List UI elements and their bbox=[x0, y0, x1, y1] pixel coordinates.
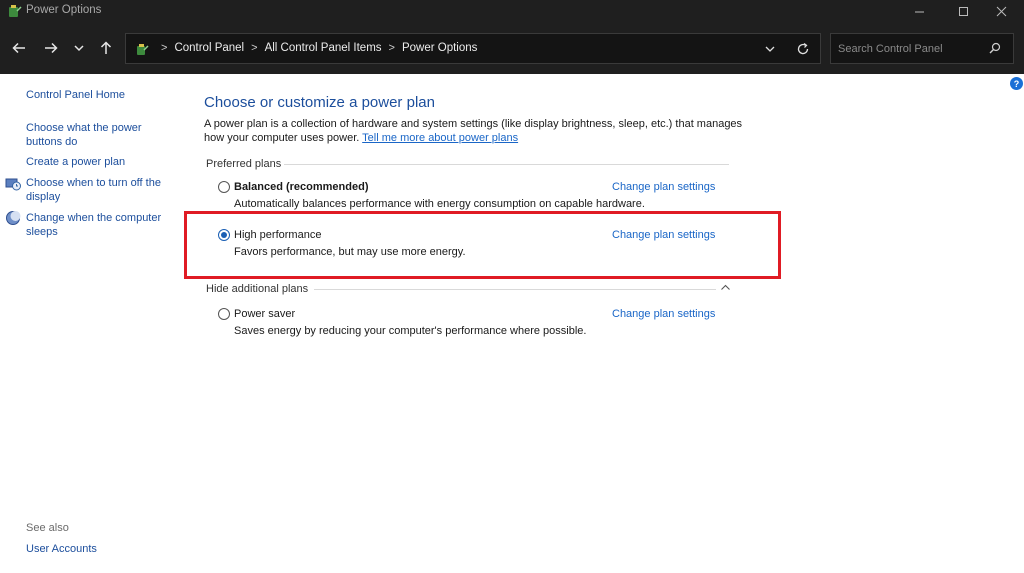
intro-text: A power plan is a collection of hardware… bbox=[204, 118, 744, 145]
collapse-icon[interactable] bbox=[720, 282, 731, 293]
recent-locations-icon bbox=[74, 45, 84, 52]
breadcrumb-separator: > bbox=[161, 42, 168, 54]
group-divider bbox=[284, 164, 729, 165]
navigation-bar: > Control Panel > All Control Panel Item… bbox=[0, 22, 1024, 74]
up-button[interactable] bbox=[96, 39, 116, 57]
breadcrumb-power-options[interactable]: Power Options bbox=[402, 42, 477, 54]
power-saver-plan-description: Saves energy by reducing your computer's… bbox=[234, 325, 587, 337]
display-icon bbox=[5, 178, 21, 191]
control-panel-icon bbox=[137, 44, 149, 55]
power-options-icon bbox=[9, 5, 22, 17]
balanced-radio[interactable] bbox=[218, 181, 230, 193]
power-saver-plan-name[interactable]: Power saver bbox=[234, 308, 295, 320]
power-buttons-link[interactable]: Choose what the power buttons do bbox=[26, 121, 161, 149]
search-icon[interactable] bbox=[989, 42, 1001, 54]
group-divider bbox=[314, 289, 716, 290]
highlight-annotation bbox=[184, 211, 781, 279]
balanced-plan-description: Automatically balances performance with … bbox=[234, 198, 645, 210]
title-bar: Power Options bbox=[0, 0, 1024, 22]
balanced-plan-name[interactable]: Balanced (recommended) bbox=[234, 181, 368, 193]
up-arrow-icon bbox=[100, 41, 112, 54]
window-title: Power Options bbox=[26, 4, 102, 16]
page-title: Choose or customize a power plan bbox=[204, 94, 435, 111]
user-accounts-link[interactable]: User Accounts bbox=[26, 542, 97, 556]
breadcrumb-control-panel[interactable]: Control Panel bbox=[174, 42, 244, 54]
preferred-plans-label: Preferred plans bbox=[206, 158, 282, 170]
moon-icon bbox=[6, 211, 21, 225]
hide-additional-plans-label[interactable]: Hide additional plans bbox=[206, 283, 308, 295]
minimize-icon bbox=[914, 11, 924, 12]
maximize-icon bbox=[958, 6, 968, 16]
refresh-icon[interactable] bbox=[796, 42, 810, 56]
breadcrumb-all-items[interactable]: All Control Panel Items bbox=[265, 42, 382, 54]
minimize-button[interactable] bbox=[896, 0, 942, 22]
task-pane: Control Panel Home Choose what the power… bbox=[0, 74, 180, 573]
back-button[interactable] bbox=[9, 39, 29, 57]
power-saver-radio[interactable] bbox=[218, 308, 230, 320]
search-box[interactable] bbox=[830, 33, 1014, 64]
forward-button[interactable] bbox=[41, 39, 61, 57]
computer-sleeps-link[interactable]: Change when the computer sleeps bbox=[26, 211, 171, 239]
create-power-plan-link[interactable]: Create a power plan bbox=[26, 155, 125, 169]
close-icon bbox=[996, 6, 1006, 16]
power-saver-change-settings-link[interactable]: Change plan settings bbox=[612, 308, 715, 320]
turn-off-display-link[interactable]: Choose when to turn off the display bbox=[26, 176, 171, 204]
back-arrow-icon bbox=[12, 42, 25, 54]
close-button[interactable] bbox=[978, 0, 1024, 22]
forward-arrow-icon bbox=[45, 42, 58, 54]
breadcrumb-separator[interactable]: > bbox=[251, 42, 257, 54]
power-plans-help-link[interactable]: Tell me more about power plans bbox=[362, 132, 518, 144]
help-icon[interactable]: ? bbox=[1010, 77, 1023, 90]
chevron-down-icon[interactable] bbox=[764, 43, 776, 55]
breadcrumb: > Control Panel > All Control Panel Item… bbox=[154, 42, 477, 54]
search-input[interactable] bbox=[831, 34, 991, 63]
address-bar[interactable]: > Control Panel > All Control Panel Item… bbox=[125, 33, 821, 64]
control-panel-home-link[interactable]: Control Panel Home bbox=[26, 88, 125, 102]
see-also-label: See also bbox=[26, 522, 69, 534]
balanced-change-settings-link[interactable]: Change plan settings bbox=[612, 181, 715, 193]
breadcrumb-separator[interactable]: > bbox=[389, 42, 395, 54]
recent-locations-button[interactable] bbox=[69, 39, 89, 57]
